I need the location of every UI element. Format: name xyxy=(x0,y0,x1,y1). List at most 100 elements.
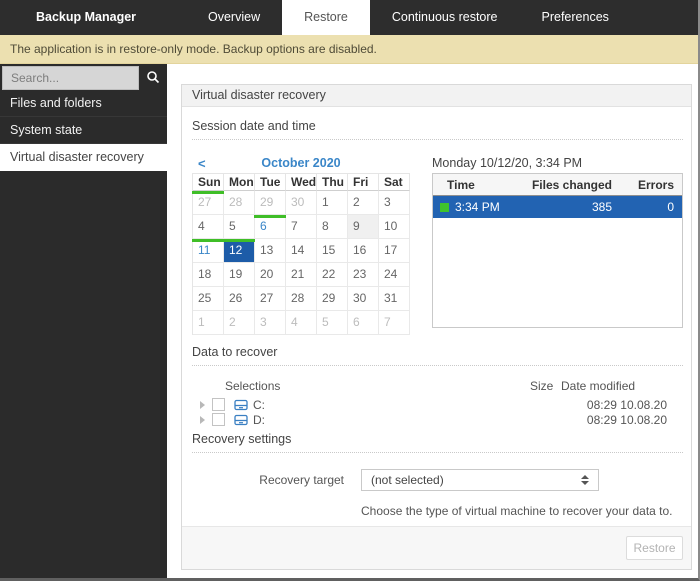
top-nav: Backup Manager Overview Restore Continuous… xyxy=(0,0,698,35)
app-title: Backup Manager xyxy=(36,10,137,24)
session-date-label: Monday 10/12/20, 3:34 PM xyxy=(432,156,583,170)
calendar-day-cell[interactable]: 5 xyxy=(224,215,255,239)
calendar-day-cell[interactable]: 2 xyxy=(224,311,255,335)
recovery-target-label: Recovery target xyxy=(259,473,344,487)
select-updown-icon xyxy=(581,475,589,485)
panel-title: Virtual disaster recovery xyxy=(182,85,691,107)
calendar-day-header-sun: Sun xyxy=(193,174,224,191)
recovery-target-value: (not selected) xyxy=(371,473,444,487)
calendar-day-cell[interactable]: 29 xyxy=(255,191,286,215)
panel-body: Session date and time < October 2020 Sun… xyxy=(182,107,691,526)
calendar-day-cell[interactable]: 28 xyxy=(224,191,255,215)
session-row-item[interactable]: 3:34 PM 385 0 xyxy=(433,196,682,218)
column-header-selections: Selections xyxy=(225,379,281,393)
calendar-day-cell[interactable]: 21 xyxy=(286,263,317,287)
drive-label: D: xyxy=(253,412,265,427)
recover-date-modified-value: 08:29 10.08.20 xyxy=(586,412,667,427)
sidebar-item-files-and-folders[interactable]: Files and folders xyxy=(0,90,167,117)
main-row: Files and foldersSystem stateVirtual dis… xyxy=(0,64,698,578)
calendar-day-cell[interactable]: 1 xyxy=(193,311,224,335)
calendar-day-cell[interactable]: 13 xyxy=(255,239,286,263)
tab-continuous-restore[interactable]: Continuous restore xyxy=(370,0,520,35)
calendar-day-cell[interactable]: 22 xyxy=(317,263,348,287)
nav-tabs: Overview Restore Continuous restore Prefere… xyxy=(186,0,631,35)
tab-restore[interactable]: Restore xyxy=(282,0,370,35)
calendar-day-cell[interactable]: 6 xyxy=(348,311,379,335)
calendar-day-cell[interactable]: 7 xyxy=(286,215,317,239)
drive-icon xyxy=(234,414,248,426)
calendar-day-cell[interactable]: 18 xyxy=(193,263,224,287)
recovery-target-help: Choose the type of virtual machine to re… xyxy=(361,504,673,518)
drive-label: C: xyxy=(253,397,265,412)
calendar-month-label[interactable]: October 2020 xyxy=(192,156,410,171)
session-status-icon xyxy=(440,202,449,212)
calendar-prev-icon[interactable]: < xyxy=(198,156,206,171)
calendar-day-cell[interactable]: 1 xyxy=(317,191,348,215)
calendar-day-cell[interactable]: 11 xyxy=(192,239,224,263)
calendar-day-cell[interactable]: 8 xyxy=(317,215,348,239)
calendar-day-cell[interactable]: 10 xyxy=(379,215,410,239)
calendar-day-cell[interactable]: 27 xyxy=(192,191,224,215)
calendar-day-cell[interactable]: 9 xyxy=(348,215,379,239)
calendar-day-cell[interactable]: 20 xyxy=(255,263,286,287)
recover-section-title: Data to recover xyxy=(192,345,683,366)
calendar-day-cell[interactable]: 30 xyxy=(348,287,379,311)
calendar-day-cell[interactable]: 6 xyxy=(254,215,286,239)
recover-checkbox[interactable] xyxy=(212,398,225,411)
calendar-day-cell[interactable]: 29 xyxy=(317,287,348,311)
restore-button[interactable]: Restore xyxy=(626,536,683,560)
recover-date-modified-value: 08:29 10.08.20 xyxy=(586,397,667,412)
sidebar-items: Files and folders System state Virtual dis… xyxy=(0,90,167,171)
session-table-header: Time Files changed Errors xyxy=(433,174,682,196)
search-input[interactable] xyxy=(2,66,139,90)
calendar-day-cell[interactable]: 15 xyxy=(317,239,348,263)
calendar-day-cell[interactable]: 3 xyxy=(379,191,410,215)
backup-manager-window: Backup Manager Overview Restore Continuous… xyxy=(0,0,700,581)
column-header-time: Time xyxy=(447,177,475,192)
tab-preferences[interactable]: Preferences xyxy=(520,0,631,35)
recover-tree-cell: D: xyxy=(192,413,530,427)
sidebar-item-virtual-disaster-recovery[interactable]: Virtual disaster recovery xyxy=(0,144,167,171)
calendar-day-cell[interactable]: 4 xyxy=(286,311,317,335)
calendar-day-cell[interactable]: 24 xyxy=(379,263,410,287)
calendar-day-cell[interactable]: 7 xyxy=(379,311,410,335)
session-time-value: 3:34 PM xyxy=(455,200,500,214)
calendar-day-cell[interactable]: 25 xyxy=(193,287,224,311)
search-icon xyxy=(146,70,160,87)
calendar-day-cell[interactable]: 3 xyxy=(255,311,286,335)
calendar-day-header-mon: Mon xyxy=(224,174,255,191)
sidebar: Files and foldersSystem stateVirtual dis… xyxy=(0,64,167,578)
calendar-day-header-sat: Sat xyxy=(379,174,410,191)
expand-triangle-icon[interactable] xyxy=(200,415,205,424)
recovery-target-select[interactable]: (not selected) xyxy=(361,469,599,491)
calendar-day-cell[interactable]: 26 xyxy=(224,287,255,311)
calendar-grid: Sun Mon Tue Wed Thu Fri Sat 27 28 29 30 1 2 3 4 5 6 7 8 9 10… xyxy=(192,173,410,335)
session-rows: 3:34 PM 385 0 xyxy=(433,196,682,218)
recover-checkbox[interactable] xyxy=(212,413,225,426)
calendar-day-cell[interactable]: 16 xyxy=(348,239,379,263)
recover-row-c: C: 08:29 10.08.20 xyxy=(192,397,683,412)
calendar-day-cell[interactable]: 4 xyxy=(193,215,224,239)
calendar-day-cell[interactable]: 2 xyxy=(348,191,379,215)
session-files-changed-value: 385 xyxy=(591,200,612,214)
calendar-day-cell[interactable]: 5 xyxy=(317,311,348,335)
column-header-date-modified: Date modified xyxy=(561,379,636,393)
search-button[interactable] xyxy=(139,66,167,90)
calendar-day-cell[interactable]: 17 xyxy=(379,239,410,263)
calendar-day-cell[interactable]: 31 xyxy=(379,287,410,311)
calendar-day-cell[interactable]: 19 xyxy=(224,263,255,287)
calendar-day-cell[interactable]: 12 xyxy=(223,239,255,263)
calendar-day-cell[interactable]: 23 xyxy=(348,263,379,287)
expand-triangle-icon[interactable] xyxy=(200,400,205,409)
recover-rows: C: 08:29 10.08.20 D: 08:29 10.08.20 xyxy=(192,397,683,427)
calendar-day-cell[interactable]: 28 xyxy=(286,287,317,311)
calendar-day-cell[interactable]: 27 xyxy=(255,287,286,311)
calendar-day-cell[interactable]: 14 xyxy=(286,239,317,263)
calendar-day-cell[interactable]: 30 xyxy=(286,191,317,215)
calendar-day-header-fri: Fri xyxy=(348,174,379,191)
calendar-day-header-wed: Wed xyxy=(286,174,317,191)
tab-overview[interactable]: Overview xyxy=(186,0,282,35)
sidebar-item-system-state[interactable]: System state xyxy=(0,117,167,144)
restore-only-banner: The application is in restore-only mode.… xyxy=(0,35,698,64)
banner-text: The application is in restore-only mode.… xyxy=(10,42,377,56)
